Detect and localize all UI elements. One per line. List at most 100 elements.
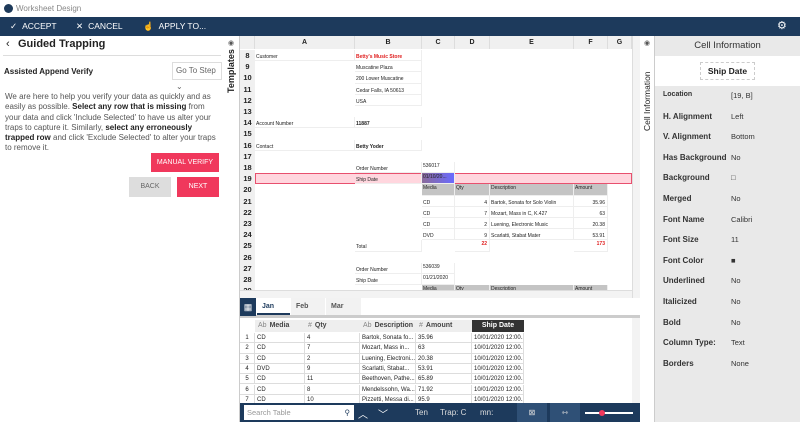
table-row[interactable]: 5 CD 11 Beethoven, Pathe... 65.89 10/01/2020 … (240, 374, 524, 385)
table-cell[interactable]: 10/01/2020 12:00... (472, 333, 524, 344)
row-header-16[interactable]: 16 (240, 139, 255, 151)
cell-b10[interactable]: 200 Lower Muscatine (355, 72, 422, 84)
search-table-input[interactable]: Search Table ⚲ (244, 405, 354, 420)
cell-e20[interactable]: Description (490, 184, 574, 196)
table-cell[interactable]: 63 (416, 343, 472, 354)
table-cell[interactable]: Bartok, Sonata fo... (360, 333, 416, 344)
column-header-e[interactable]: E (490, 36, 574, 49)
row-header-25[interactable]: 25 (240, 240, 255, 252)
column-header-ship-date[interactable]: Ship Date (472, 320, 524, 332)
templates-strip[interactable]: ◉ Templates (225, 36, 240, 422)
cell-d24[interactable]: 9 (455, 229, 490, 241)
sheet-tab-mar-sales[interactable]: Mar Sales (326, 298, 361, 327)
cell-b14[interactable]: 11887 (355, 117, 422, 129)
table-cell[interactable]: Beethoven, Pathe... (360, 374, 416, 385)
cell-c28[interactable]: 01/21/2020 (422, 274, 455, 286)
table-row[interactable]: 1 CD 4 Bartok, Sonata fo... 35.96 10/01/2020 … (240, 333, 524, 344)
table-cell[interactable]: 11 (305, 374, 360, 385)
cell-e22[interactable]: Mozart, Mass in C, K.427 (490, 206, 574, 218)
zoom-slider[interactable] (585, 409, 633, 416)
sheet-grid-icon[interactable]: ▦ (240, 298, 256, 316)
table-cell[interactable]: 10/01/2020 12:00... (472, 363, 524, 375)
table-cell[interactable]: Mendelssohn, Wa... (360, 384, 416, 395)
table-cell[interactable]: 10/01/2020 12:00... (472, 353, 524, 364)
column-header-g[interactable]: G (608, 36, 632, 49)
row-header-8[interactable]: 8 (240, 50, 255, 62)
table-cell[interactable]: CD (255, 353, 305, 364)
row-header-9[interactable]: 9 (240, 61, 255, 73)
zoom-slider-knob[interactable] (598, 409, 605, 416)
horizontal-scrollbar[interactable] (240, 290, 632, 298)
cell-b28[interactable]: Ship Date (355, 274, 422, 286)
column-header-a[interactable]: A (255, 36, 355, 49)
cell-c19[interactable]: 01/10/20... (422, 173, 455, 185)
table-row[interactable]: 6 CD 8 Mendelssohn, Wa... 71.92 10/01/2020 12… (240, 384, 524, 395)
table-cell[interactable]: 9 (305, 363, 360, 375)
row-header-17[interactable]: 17 (240, 150, 255, 162)
table-cell[interactable]: CD (255, 384, 305, 395)
cell-e23[interactable]: Luening, Electronic Music (490, 218, 574, 230)
table-cell[interactable]: Luening, Electroni... (360, 353, 416, 364)
cell-e24[interactable]: Scarlatti, Stabat Mater (490, 229, 574, 241)
table-cell[interactable]: Scarlatti, Stabat... (360, 363, 416, 375)
column-header-b[interactable]: B (355, 36, 422, 49)
row-header-28[interactable]: 28 (240, 274, 255, 286)
cell-b18[interactable]: Order Number (355, 162, 422, 174)
apply-to-button[interactable]: ☝ APPLY TO... (143, 17, 206, 36)
table-cell[interactable]: CD (255, 374, 305, 385)
table-cell[interactable]: DVD (255, 363, 305, 375)
table-cell[interactable]: 10/01/2020 12:00... (472, 374, 524, 385)
cell-d20[interactable]: Qty (455, 184, 490, 196)
row-header-26[interactable]: 26 (240, 251, 255, 263)
row-header-21[interactable]: 21 (240, 195, 255, 207)
row-header-27[interactable]: 27 (240, 262, 255, 274)
row-header-23[interactable]: 23 (240, 218, 255, 230)
row-header-24[interactable]: 24 (240, 229, 255, 241)
column-header-f[interactable]: F (574, 36, 608, 49)
cell-b27[interactable]: Order Number (355, 262, 422, 274)
next-button[interactable]: NEXT (177, 177, 219, 197)
cell-d22[interactable]: 7 (455, 206, 490, 218)
back-chevron-icon[interactable]: ‹ (6, 38, 10, 50)
go-to-step-dropdown[interactable]: Go To Step ⌄ (172, 62, 222, 91)
table-cell[interactable]: CD (255, 343, 305, 354)
row-header-13[interactable]: 13 (240, 106, 255, 118)
cell-b11[interactable]: Cedar Falls, IA 50613 (355, 83, 422, 95)
cancel-button[interactable]: ✕ CANCEL (76, 17, 123, 36)
cell-d25[interactable]: 22 (455, 240, 490, 252)
column-header-description[interactable]: Ab Description (360, 320, 416, 332)
row-header-22[interactable]: 22 (240, 206, 255, 218)
table-cell[interactable]: 71.92 (416, 384, 472, 395)
column-header-d[interactable]: D (455, 36, 490, 49)
table-cell[interactable]: CD (255, 333, 305, 344)
cell-c20[interactable]: Media (422, 184, 455, 196)
cell-f22[interactable]: 63 (574, 206, 608, 218)
table-cell[interactable]: Mozart, Mass in... (360, 343, 416, 354)
cell-b12[interactable]: USA (355, 94, 422, 106)
cell-e21[interactable]: Bartok, Sonata for Solo Violin (490, 195, 574, 207)
sheet-tab-jan-sales[interactable]: Jan Sales (257, 298, 290, 327)
cell-a8[interactable]: Customer (255, 50, 355, 62)
row-header-18[interactable]: 18 (240, 162, 255, 174)
cell-information-strip[interactable]: ◉ Cell Information (640, 36, 655, 422)
table-cell[interactable]: 8 (305, 384, 360, 395)
excel-icon[interactable]: ⊠ (517, 403, 547, 422)
cell-a16[interactable]: Contact (255, 139, 355, 151)
cell-a14[interactable]: Account Number (255, 117, 355, 129)
table-row[interactable]: 4 DVD 9 Scarlatti, Stabat... 53.91 10/01/2020… (240, 363, 524, 375)
manual-verify-button[interactable]: MANUAL VERIFY (151, 153, 219, 172)
pin-icon[interactable]: ◉ (644, 39, 650, 47)
cell-b9[interactable]: Muscatine Plaza (355, 61, 422, 73)
cell-c18[interactable]: 536017 (422, 162, 455, 174)
vertical-scrollbar[interactable] (632, 318, 640, 403)
cell-c23[interactable]: CD (422, 218, 455, 230)
cell-d23[interactable]: 2 (455, 218, 490, 230)
table-cell[interactable]: 10/01/2020 12:00... (472, 343, 524, 354)
row-header-12[interactable]: 12 (240, 94, 255, 106)
row-header-19[interactable]: 19 (240, 173, 255, 185)
cell-f25[interactable]: 173 (574, 240, 608, 252)
accept-button[interactable]: ✓ ACCEPT (10, 17, 57, 36)
sheet-tab-feb-sales[interactable]: Feb Sales (291, 298, 325, 327)
cell-f24[interactable]: 53.91 (574, 229, 608, 241)
row-header-11[interactable]: 11 (240, 83, 255, 95)
